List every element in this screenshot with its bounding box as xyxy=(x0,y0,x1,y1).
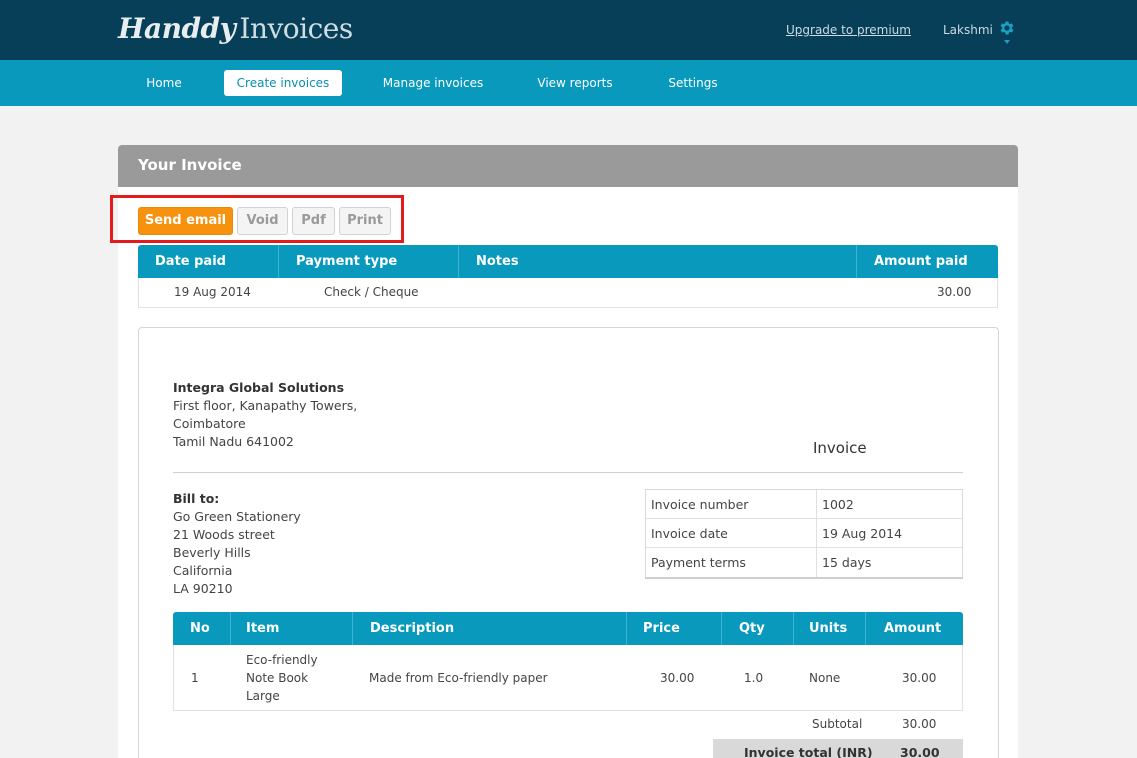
table-row: 19 Aug 2014 Check / Cheque 30.00 xyxy=(138,278,998,308)
void-button[interactable]: Void xyxy=(237,207,288,235)
items-col-item: Item xyxy=(246,621,280,636)
upgrade-premium-link[interactable]: Upgrade to premium xyxy=(786,23,911,37)
invoice-total-value: 30.00 xyxy=(900,745,940,758)
nav-view-reports[interactable]: View reports xyxy=(528,70,622,96)
item-no: 1 xyxy=(191,671,199,685)
payments-col-amount: Amount paid xyxy=(874,254,968,269)
item-units: None xyxy=(809,671,841,685)
column-divider xyxy=(458,245,459,278)
panel-title: Your Invoice xyxy=(138,156,242,174)
main-nav: Home Create invoices Manage invoices Vie… xyxy=(0,60,1137,106)
chevron-down-icon[interactable] xyxy=(1004,40,1010,44)
print-button[interactable]: Print xyxy=(339,207,391,235)
company-city: Coimbatore xyxy=(173,416,246,431)
bill-to-name: Go Green Stationery xyxy=(173,509,301,524)
gear-icon[interactable] xyxy=(998,19,1016,37)
company-address-line: First floor, Kanapathy Towers, xyxy=(173,398,358,413)
meta-key: Invoice number xyxy=(651,497,749,512)
column-divider xyxy=(721,612,722,645)
column-divider xyxy=(626,612,627,645)
subtotal-value: 30.00 xyxy=(902,717,937,731)
bill-to-state: California xyxy=(173,563,233,578)
table-row: Invoice date 19 Aug 2014 xyxy=(646,519,962,548)
send-email-button[interactable]: Send email xyxy=(138,207,233,235)
meta-key: Invoice date xyxy=(651,526,728,541)
item-name-line: Eco-friendly xyxy=(246,653,318,667)
invoice-title: Invoice xyxy=(813,439,867,457)
bill-to-block: Bill to: Go Green Stationery 21 Woods st… xyxy=(173,490,301,598)
app-logo[interactable]: Handdy Invoices xyxy=(118,12,353,45)
top-bar: Handdy Invoices Upgrade to premium Lakshm… xyxy=(0,0,1137,60)
pdf-button[interactable]: Pdf xyxy=(292,207,335,235)
column-divider xyxy=(816,548,817,577)
item-description: Made from Eco-friendly paper xyxy=(369,671,548,685)
bill-to-street: 21 Woods street xyxy=(173,527,275,542)
meta-key: Payment terms xyxy=(651,555,746,570)
items-col-description: Description xyxy=(370,621,455,636)
item-name-line: Note Book xyxy=(246,671,309,685)
column-divider xyxy=(230,612,231,645)
items-col-price: Price xyxy=(643,621,680,636)
column-divider xyxy=(816,519,817,548)
payment-date: 19 Aug 2014 xyxy=(174,285,251,299)
invoice-meta-table: Invoice number 1002 Invoice date 19 Aug … xyxy=(645,489,963,579)
meta-value: 19 Aug 2014 xyxy=(822,526,903,541)
payment-type: Check / Cheque xyxy=(324,285,419,299)
column-divider xyxy=(793,612,794,645)
payments-table-header: Date paid Payment type Notes Amount paid xyxy=(138,245,998,278)
bill-to-label: Bill to: xyxy=(173,491,220,506)
items-col-qty: Qty xyxy=(739,621,765,636)
table-row: 1 Eco-friendly Note Book Large Made from… xyxy=(173,645,963,711)
nav-create-invoices[interactable]: Create invoices xyxy=(224,70,342,96)
user-name[interactable]: Lakshmi xyxy=(943,23,993,37)
item-name-line: Large xyxy=(246,689,280,703)
panel-header: Your Invoice xyxy=(118,145,1018,187)
column-divider xyxy=(352,612,353,645)
items-col-amount: Amount xyxy=(884,621,942,636)
invoice-total-label: Invoice total (INR) xyxy=(744,745,873,758)
logo-plain-text: Invoices xyxy=(239,12,353,45)
company-address: Integra Global Solutions First floor, Ka… xyxy=(173,379,357,451)
nav-settings[interactable]: Settings xyxy=(658,70,728,96)
payments-col-notes: Notes xyxy=(476,254,519,269)
bill-to-zip: LA 90210 xyxy=(173,581,233,596)
company-region: Tamil Nadu 641002 xyxy=(173,434,294,449)
nav-manage-invoices[interactable]: Manage invoices xyxy=(375,70,491,96)
meta-value: 15 days xyxy=(822,555,872,570)
item-amount: 30.00 xyxy=(902,671,937,685)
meta-value: 1002 xyxy=(822,497,854,512)
subtotal-label: Subtotal xyxy=(812,717,863,731)
items-table-header: No Item Description Price Qty Units Amou… xyxy=(173,612,963,645)
table-row: Invoice number 1002 xyxy=(646,490,962,519)
column-divider xyxy=(856,245,857,278)
items-col-no: No xyxy=(190,621,210,636)
payment-amount: 30.00 xyxy=(937,285,972,299)
items-col-units: Units xyxy=(809,621,848,636)
column-divider xyxy=(865,612,866,645)
table-row: Payment terms 15 days xyxy=(646,548,962,577)
logo-script-text: Handdy xyxy=(118,12,236,45)
divider xyxy=(173,472,963,473)
item-name: Eco-friendly Note Book Large xyxy=(246,651,318,705)
bill-to-city: Beverly Hills xyxy=(173,545,251,560)
column-divider xyxy=(278,245,279,278)
item-qty: 1.0 xyxy=(744,671,764,685)
nav-home[interactable]: Home xyxy=(133,70,195,96)
payments-col-date: Date paid xyxy=(155,254,226,269)
column-divider xyxy=(816,490,817,519)
company-name: Integra Global Solutions xyxy=(173,380,345,395)
item-price: 30.00 xyxy=(660,671,695,685)
payments-col-type: Payment type xyxy=(296,254,398,269)
